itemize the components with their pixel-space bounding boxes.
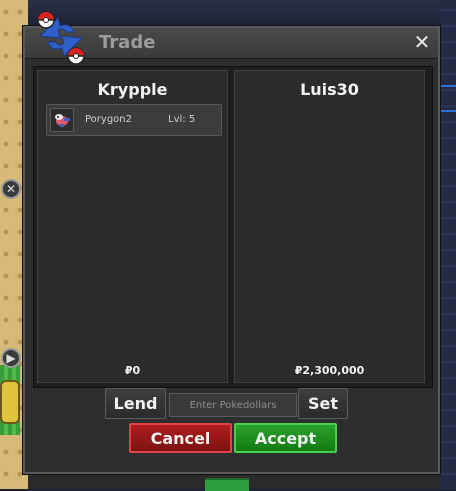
partner-money-offer: ₽2,300,000 <box>294 364 365 377</box>
set-button[interactable]: Set <box>298 388 348 419</box>
wall-top <box>28 0 456 28</box>
lend-button[interactable]: Lend <box>105 388 166 419</box>
wall-right <box>440 0 456 489</box>
partner-name: Luis30 <box>300 80 359 99</box>
player-name: Krypple <box>97 80 168 99</box>
green-tile <box>205 478 249 491</box>
window-title: Trade <box>99 32 156 53</box>
porygon2-icon <box>50 108 74 132</box>
money-offer: ₽0 <box>124 364 141 377</box>
blue-line <box>441 110 456 112</box>
pokemon-level: Lvl: 5 <box>168 114 196 125</box>
side-expand-button[interactable]: ▶ <box>1 348 21 368</box>
trade-logo-icon <box>30 8 92 68</box>
blue-line <box>441 85 456 87</box>
side-close-button[interactable]: ✕ <box>1 179 21 199</box>
pokedollars-input[interactable]: Enter Pokedollars <box>169 393 297 417</box>
cancel-button[interactable]: Cancel <box>129 423 232 453</box>
play-icon: ▶ <box>6 351 16 365</box>
accept-button[interactable]: Accept <box>234 423 337 453</box>
leaf-tile <box>0 380 20 424</box>
pokemon-name: Porygon2 <box>85 114 132 125</box>
close-icon: ✕ <box>5 182 17 196</box>
offered-pokemon[interactable]: Porygon2 Lvl: 5 <box>46 104 222 136</box>
partner-offer-panel: Luis30 ₽2,300,000 <box>234 70 425 383</box>
trade-window: Trade ✕ Krypple Porygon2 Lvl: 5 ₽0 Luis3… <box>23 26 440 474</box>
my-offer-panel: Krypple Porygon2 Lvl: 5 ₽0 <box>37 70 228 383</box>
trade-panels: Krypple Porygon2 Lvl: 5 ₽0 Luis30 ₽2,300… <box>33 66 433 388</box>
close-button[interactable]: ✕ <box>412 31 432 53</box>
